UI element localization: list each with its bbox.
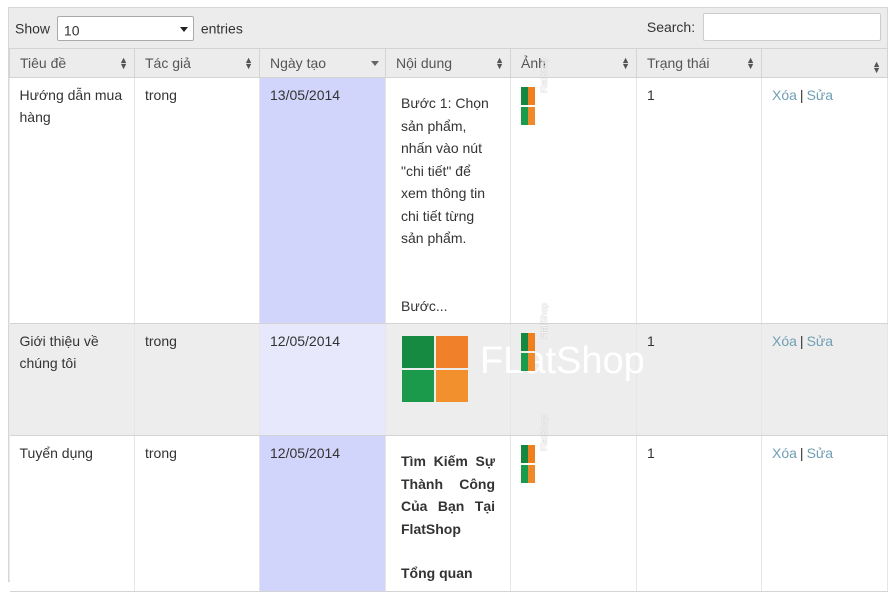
cell-content: Tìm Kiếm Sự Thành Công Của Bạn Tại FlatS… <box>385 435 511 592</box>
flatshop-logo-thumbnail: FlatShop <box>521 415 549 483</box>
content-paragraph: Bước... <box>401 297 448 314</box>
articles-table: Tiêu đề ▲ ▼ Tác giả ▲ ▼ Ngày tạo Nội dung ▲ ▼ … <box>9 48 888 592</box>
thumbnail-caption: FlatShop <box>539 56 549 93</box>
edit-link[interactable]: Sửa <box>807 87 834 103</box>
flatshop-logo-thumbnail: FlatShop <box>521 303 549 371</box>
column-date-label: Ngày tạo <box>270 55 327 71</box>
column-title-label: Tiêu đề <box>20 55 67 71</box>
cell-title: Tuyển dụng <box>9 435 135 592</box>
delete-link[interactable]: Xóa <box>772 333 797 349</box>
column-author-label: Tác giả <box>145 55 191 71</box>
content-paragraph: Bước 1: Chọn sản phẩm, nhấn vào nút "chi… <box>401 95 489 246</box>
search-label: Search: <box>646 19 696 35</box>
search-input[interactable] <box>703 13 881 41</box>
cell-actions: Xóa | Sửa <box>761 435 888 592</box>
entries-length-control: Show 10 entries <box>15 16 243 41</box>
cell-image: FlatShop <box>510 415 637 592</box>
column-header-title[interactable]: Tiêu đề ▲ ▼ <box>9 48 135 78</box>
flatshop-logo-text: FLatShop <box>480 340 645 382</box>
column-header-author[interactable]: Tác giả ▲ ▼ <box>134 48 260 78</box>
entries-label: entries <box>200 20 243 37</box>
delete-link[interactable]: Xóa <box>772 87 797 103</box>
entries-select[interactable]: 10 <box>56 16 194 41</box>
table-row: Giới thiệu về chúng tôi trong 12/05/2014… <box>9 303 888 436</box>
sort-both-icon: ▲ ▼ <box>621 55 630 71</box>
column-content-label: Nội dung <box>396 55 453 71</box>
cell-author: trong <box>134 435 260 592</box>
column-header-actions[interactable]: ▲ ▼ <box>761 48 888 78</box>
thumbnail-caption: FlatShop <box>539 414 549 451</box>
edit-link[interactable]: Sửa <box>807 333 834 349</box>
content-paragraph: Tìm Kiếm Sự Thành Công Của Bạn Tại FlatS… <box>401 453 495 537</box>
table-header-row: Tiêu đề ▲ ▼ Tác giả ▲ ▼ Ngày tạo Nội dung ▲ ▼ … <box>9 48 888 78</box>
cell-status: 1 <box>636 435 762 592</box>
column-header-status[interactable]: Trạng thái ▲ ▼ <box>636 48 762 78</box>
cell-author: trong <box>134 323 260 436</box>
table-row: Hướng dẫn mua hàng trong 13/05/2014 Bước… <box>9 57 888 324</box>
sort-desc-icon <box>371 61 379 66</box>
chevron-down-icon <box>179 27 188 32</box>
cell-date: 12/05/2014 <box>259 435 386 592</box>
sort-both-icon: ▲ ▼ <box>495 55 504 71</box>
table-row: Tuyển dụng trong 12/05/2014 Tìm Kiếm Sự … <box>9 415 888 592</box>
cell-title: Giới thiệu về chúng tôi <box>9 323 135 436</box>
sort-both-icon: ▲ ▼ <box>872 59 881 75</box>
column-status-label: Trạng thái <box>647 55 710 71</box>
show-label: Show <box>15 20 51 37</box>
cell-date: 13/05/2014 <box>259 77 386 324</box>
flatshop-logo-thumbnail: FlatShop <box>521 57 549 125</box>
search-control: Search: <box>647 13 881 41</box>
cell-content: Bước 1: Chọn sản phẩm, nhấn vào nút "chi… <box>385 77 511 324</box>
table-controls: Show 10 entries Search: <box>9 8 887 48</box>
cell-actions: Xóa | Sửa <box>761 323 888 436</box>
column-header-image[interactable]: Ảnh ▲ ▼ <box>510 48 637 78</box>
column-header-content[interactable]: Nội dung ▲ ▼ <box>385 48 511 78</box>
cell-status: 1 <box>636 77 762 324</box>
datatable-wrapper: Show 10 entries Search: Tiêu đề ▲ ▼ Tác gi… <box>8 7 888 592</box>
content-paragraph: Tổng quan <box>401 565 473 581</box>
cell-image: FlatShop <box>510 57 637 324</box>
cell-actions: Xóa | Sửa <box>761 77 888 324</box>
cell-content: FLatShop <box>385 323 645 436</box>
edit-link[interactable]: Sửa <box>807 445 834 461</box>
sort-both-icon: ▲ ▼ <box>244 55 253 71</box>
sort-both-icon: ▲ ▼ <box>119 55 128 71</box>
entries-select-value: 10 <box>63 22 80 39</box>
cell-title: Hướng dẫn mua hàng <box>9 77 135 324</box>
cell-author: trong <box>134 77 260 324</box>
column-header-date[interactable]: Ngày tạo <box>259 48 386 78</box>
sort-both-icon: ▲ ▼ <box>746 55 755 71</box>
thumbnail-caption: FlatShop <box>539 302 549 339</box>
cell-date: 12/05/2014 <box>259 323 386 436</box>
delete-link[interactable]: Xóa <box>772 445 797 461</box>
